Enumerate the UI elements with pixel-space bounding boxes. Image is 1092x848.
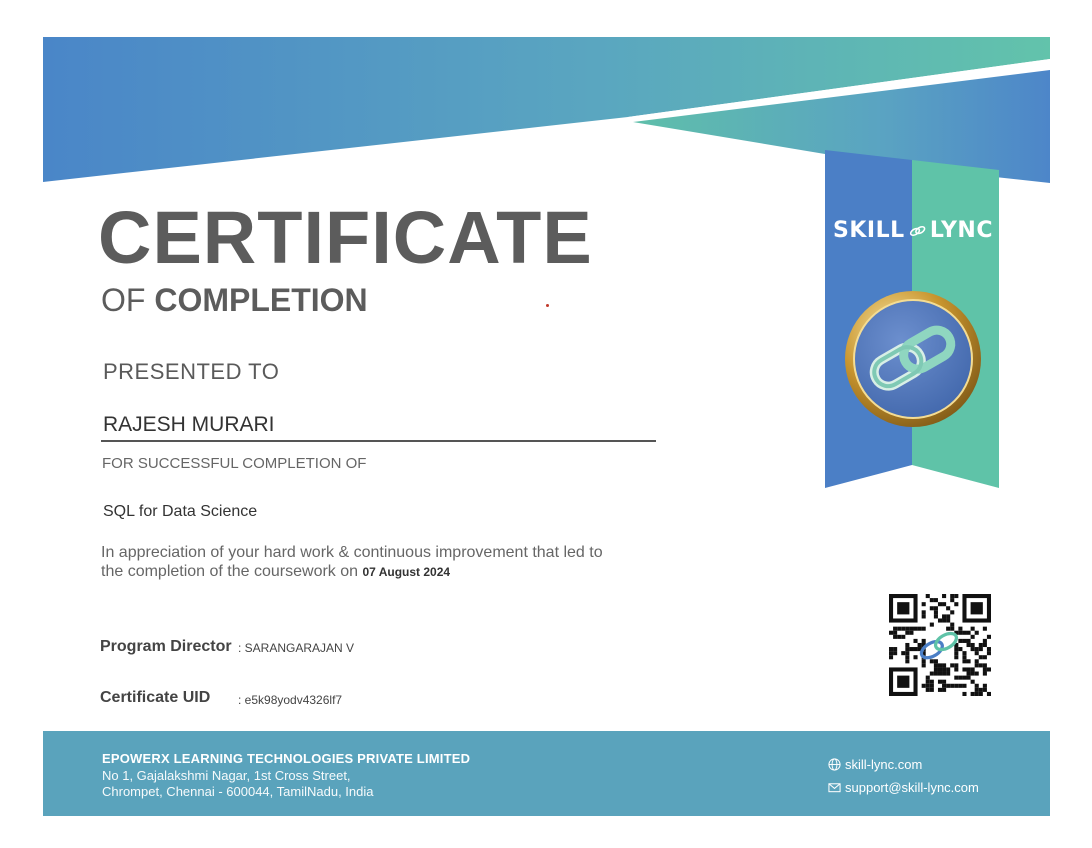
presented-to-label: PRESENTED TO — [103, 359, 280, 384]
website-link[interactable]: skill-lync.com — [828, 757, 922, 772]
stray-dot — [546, 304, 549, 307]
appreciation-line-1: In appreciation of your hard work & cont… — [101, 544, 603, 561]
email-link[interactable]: support@skill-lync.com — [828, 780, 979, 795]
program-director-value: : SARANGARAJAN V — [238, 641, 355, 655]
medal-seal — [845, 291, 981, 427]
appreciation-line-2-text: the completion of the coursework on — [101, 563, 359, 580]
appreciation-line-2: the completion of the coursework on 07 A… — [101, 562, 661, 582]
certificate-title: CERTIFICATE — [98, 196, 593, 279]
email-text: support@skill-lync.com — [845, 780, 979, 795]
company-name: EPOWERX LEARNING TECHNOLOGIES PRIVATE LI… — [102, 751, 471, 766]
certificate-uid-label: Certificate UID — [100, 689, 211, 706]
chain-link-icon — [909, 225, 925, 236]
name-underline — [101, 440, 656, 442]
website-text: skill-lync.com — [845, 757, 923, 772]
certificate-subtitle: OF COMPLETION — [101, 282, 368, 319]
brand-name-left: SKILL — [833, 218, 905, 243]
subtitle-completion: COMPLETION — [154, 282, 368, 318]
globe-icon — [828, 758, 841, 771]
completion-label: FOR SUCCESSFUL COMPLETION OF — [102, 455, 367, 472]
course-name: SQL for Data Science — [103, 503, 258, 520]
recipient-name: RAJESH MURARI — [103, 413, 275, 436]
appreciation-text: In appreciation of your hard work & cont… — [101, 543, 661, 582]
address-line-2: Chrompet, Chennai - 600044, TamilNadu, I… — [102, 784, 374, 799]
qr-code[interactable] — [889, 594, 991, 696]
program-director-label: Program Director — [100, 638, 232, 655]
brand-name-right: LYNC — [929, 218, 993, 243]
envelope-icon — [828, 783, 841, 793]
brand-logo: SKILL LYNC — [833, 218, 993, 243]
certificate-uid-value: : e5k98yodv4326lf7 — [238, 693, 343, 707]
certificate: SKILL LYNC CERTIFICATE OF COMPLETION PRE… — [43, 37, 1050, 816]
completion-date: 07 August 2024 — [362, 565, 451, 579]
footer-bar: EPOWERX LEARNING TECHNOLOGIES PRIVATE LI… — [43, 731, 1050, 816]
address-line-1: No 1, Gajalakshmi Nagar, 1st Cross Stree… — [102, 768, 351, 783]
subtitle-of: OF — [101, 282, 146, 318]
